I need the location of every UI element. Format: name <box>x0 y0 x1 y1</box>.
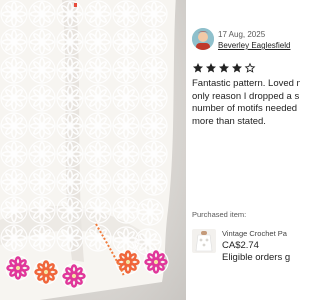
review-text-line: Fantastic pattern. Loved m <box>192 78 300 89</box>
purchased-item-thumbnail[interactable] <box>192 229 216 253</box>
star-filled-icon <box>206 63 216 73</box>
star-filled-icon <box>193 63 203 73</box>
review-text-line: more than stated. <box>192 115 266 127</box>
purchased-item-price: CA$2.74 <box>222 240 259 251</box>
review-text-line: number of motifs needed <box>192 103 298 115</box>
avatar-icon <box>192 28 214 50</box>
star-filled-icon <box>232 63 242 73</box>
reviewer-name-link[interactable]: Beverley Eaglesfield <box>218 41 290 50</box>
review-date: 17 Aug, 2025 <box>218 30 266 39</box>
purchased-item-label: Purchased item: <box>192 210 247 219</box>
review-panel: 17 Aug, 2025 Beverley Eaglesfield Fantas… <box>186 0 300 300</box>
reviewer-avatar[interactable] <box>192 28 214 50</box>
review-text: Fantastic pattern. Loved m only reason I… <box>192 78 300 128</box>
purchased-item-title-link[interactable]: Vintage Crochet Pa <box>222 229 287 238</box>
star-rating <box>192 62 256 74</box>
review-text-line: only reason I dropped a s <box>192 90 300 102</box>
purchased-item-note: Eligible orders g <box>222 252 291 263</box>
product-photo <box>0 0 186 300</box>
star-filled-icon <box>219 63 229 73</box>
item-thumbnail-image <box>192 229 216 253</box>
star-empty-icon <box>244 62 256 73</box>
crochet-blanket-image <box>0 0 176 300</box>
